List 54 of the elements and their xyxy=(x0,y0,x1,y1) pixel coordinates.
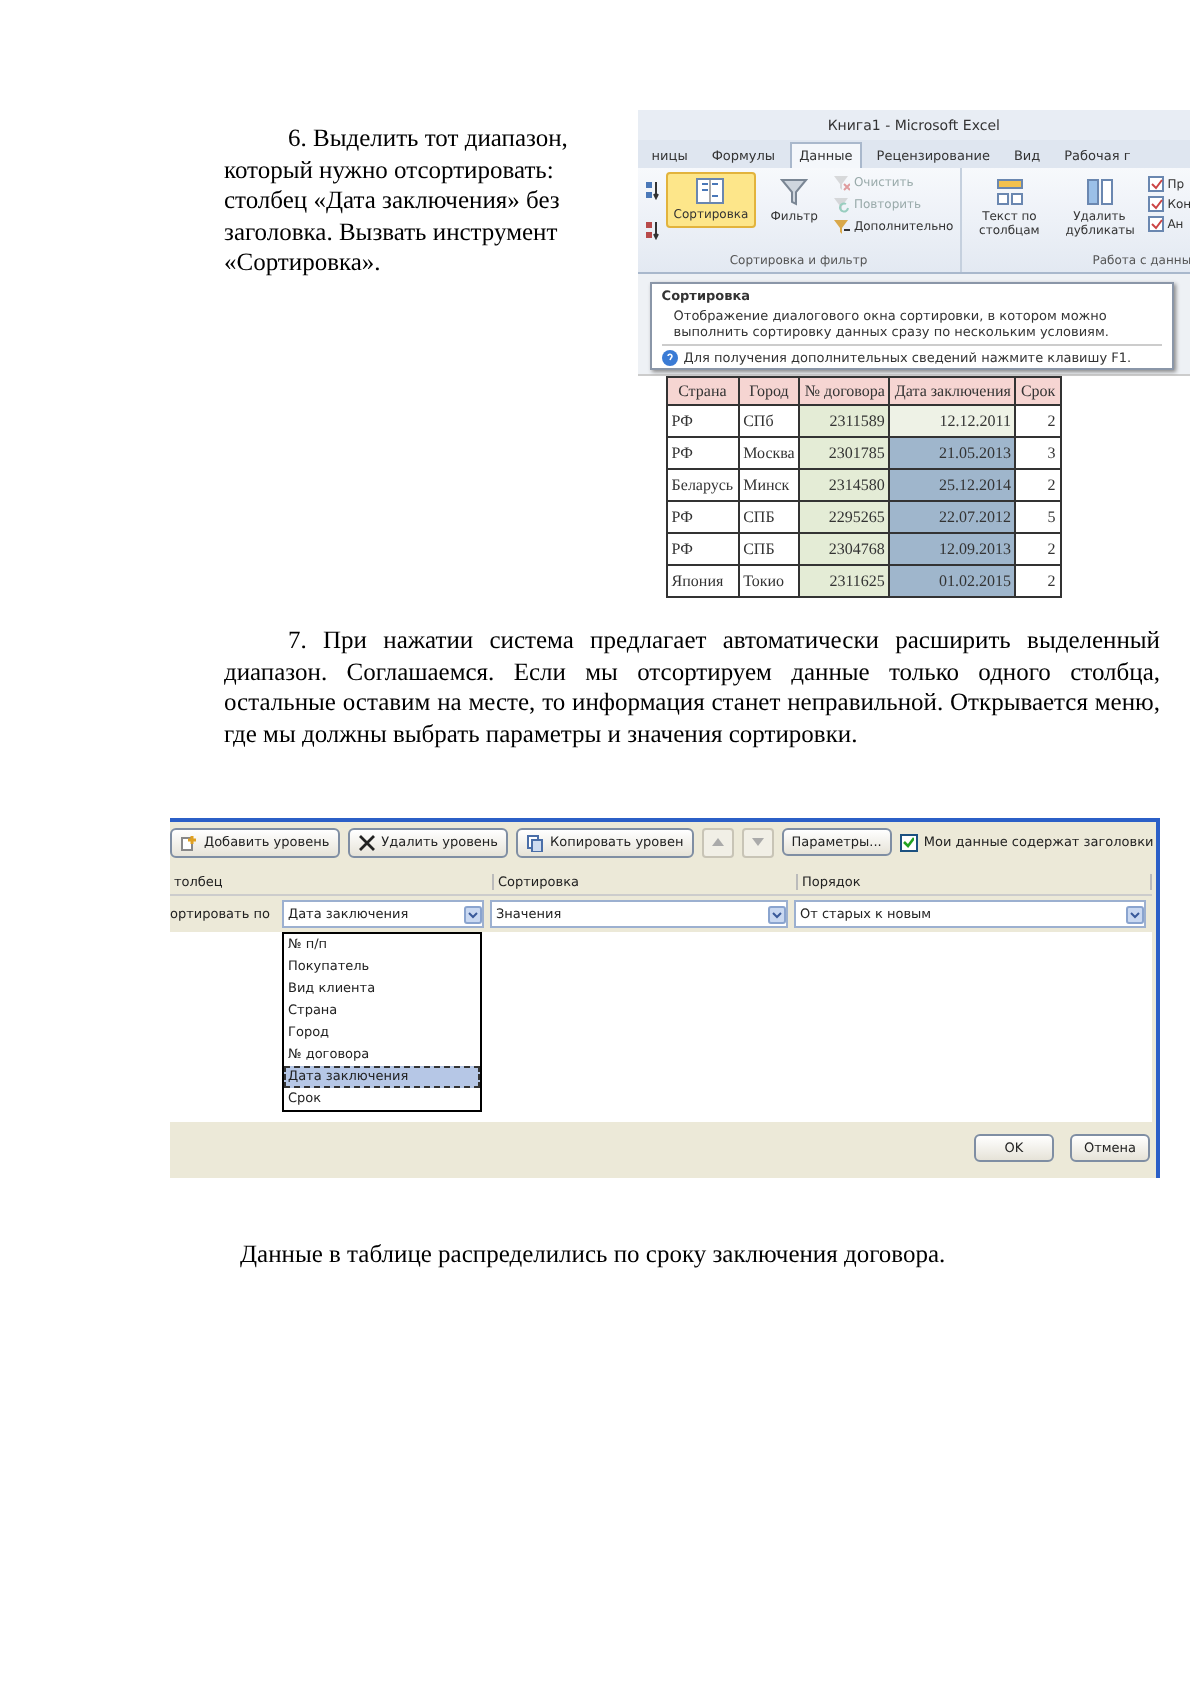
table-cell: 2 xyxy=(1015,565,1061,597)
column-header: Дата заключения xyxy=(889,377,1016,405)
paragraph: 7. При нажатии система предлагает автоматически расширить выделенный диапазон. Соглашаемся. Если мы отсортируем данные только одного столбца, остальные оставим на месте, то информация станет неправильной. Открывается меню, где мы должны выбрать параметры и значения сортировки. xyxy=(224,626,1160,751)
clear-filter-icon xyxy=(831,174,850,192)
triangle-up-icon xyxy=(711,838,724,847)
table-cell: 12.09.2013 xyxy=(889,533,1016,565)
table-cell: 2304768 xyxy=(799,533,890,565)
table-cell: 3 xyxy=(1015,437,1061,469)
table-cell: 22.07.2012 xyxy=(889,501,1016,533)
column-header: Срок xyxy=(1015,377,1061,405)
table-cell: 01.02.2015 xyxy=(889,565,1016,597)
column-header: № договора xyxy=(799,377,890,405)
close-icon xyxy=(357,833,376,852)
table-cell: РФ xyxy=(666,405,739,437)
dropdown-arrow-icon xyxy=(464,905,482,924)
table-cell: 2314580 xyxy=(799,469,890,501)
split-columns-icon xyxy=(995,178,1024,206)
table-check-icon xyxy=(1147,196,1164,212)
table-cell: 21.05.2013 xyxy=(889,437,1016,469)
column-header: Город xyxy=(738,377,800,405)
advanced-filter-icon xyxy=(831,218,850,236)
add-level-icon xyxy=(180,833,198,852)
table-check-icon xyxy=(1147,176,1164,192)
table-cell: РФ xyxy=(666,501,739,533)
reapply-filter-icon xyxy=(831,196,850,214)
table-cell: 5 xyxy=(1015,501,1061,533)
checkmark-icon xyxy=(902,836,915,849)
sort-icon xyxy=(696,178,725,204)
table-cell: РФ xyxy=(666,533,739,565)
table-cell: 2301785 xyxy=(799,437,890,469)
table-cell: 2295265 xyxy=(799,501,890,533)
triangle-down-icon xyxy=(751,838,764,847)
table-cell: 12.12.2011 xyxy=(889,405,1016,437)
paragraph: Данные в таблице распределились по сроку заключения договора. xyxy=(240,1240,948,1272)
funnel-icon xyxy=(780,178,809,206)
table-cell: Беларусь xyxy=(666,469,739,501)
table-cell: 2311589 xyxy=(799,405,890,437)
table-cell: Япония xyxy=(666,565,739,597)
copy-icon xyxy=(526,833,545,852)
table-cell: 25.12.2014 xyxy=(889,469,1016,501)
columns-icon xyxy=(1085,178,1114,206)
table-cell: 2 xyxy=(1015,533,1061,565)
sort-descending-icon xyxy=(643,220,660,240)
table-cell: 2311625 xyxy=(799,565,890,597)
table-cell: 2 xyxy=(1015,405,1061,437)
table-check-icon xyxy=(1147,216,1164,232)
dropdown-arrow-icon xyxy=(1126,905,1144,924)
sort-ascending-icon xyxy=(643,180,660,200)
paragraph: 6. Выделить тот диапазон, который нужно отсортировать: столбец «Дата заключения» без заголовка. Вызвать инструмент «Сортировка». xyxy=(224,124,570,280)
table-cell: РФ xyxy=(666,437,739,469)
column-header: Страна xyxy=(666,377,739,405)
checkbox[interactable] xyxy=(899,833,918,852)
dropdown-arrow-icon xyxy=(768,905,786,924)
table-cell: 2 xyxy=(1015,469,1061,501)
